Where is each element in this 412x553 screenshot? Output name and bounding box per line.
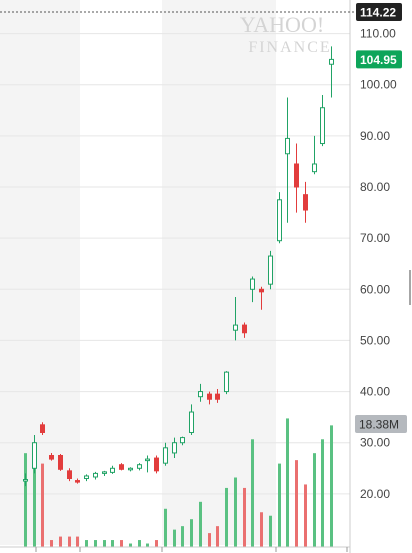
volume-bar bbox=[120, 540, 123, 547]
candle-body bbox=[93, 472, 98, 478]
candle-body bbox=[189, 411, 194, 433]
candle-body bbox=[250, 278, 255, 290]
candle-body bbox=[84, 475, 89, 480]
volume-bar bbox=[59, 536, 62, 547]
volume-bar bbox=[129, 543, 132, 547]
candle-body bbox=[329, 58, 334, 65]
candle-body bbox=[58, 455, 63, 470]
candle-body bbox=[180, 437, 185, 444]
candle-body bbox=[320, 107, 325, 145]
volume-bar bbox=[208, 533, 211, 547]
volume-bar bbox=[111, 540, 114, 547]
candle-body bbox=[259, 288, 264, 293]
volume-bar bbox=[24, 453, 27, 547]
candle-body bbox=[303, 194, 308, 211]
volume-bar bbox=[313, 453, 316, 547]
volume-bar bbox=[94, 540, 97, 547]
y-tick-label: 70.00 bbox=[360, 231, 390, 245]
volume-bar bbox=[216, 526, 219, 547]
candle-body bbox=[233, 324, 238, 331]
chart-canvas: YAHOO! FINANCE 20.00 30.00 40.00 50.00 60.00… bbox=[0, 0, 411, 553]
watermark-line2: FINANCE bbox=[248, 39, 331, 56]
volume-bar bbox=[330, 425, 333, 547]
volume-bar bbox=[164, 508, 167, 547]
volume-bar bbox=[190, 519, 193, 547]
volume-bar bbox=[85, 540, 88, 547]
high-price-label: 114.22 bbox=[360, 5, 396, 19]
volume-bar bbox=[304, 484, 307, 547]
shade-band-1 bbox=[162, 0, 276, 545]
candle-body bbox=[294, 163, 299, 188]
y-tick-label: 110.00 bbox=[360, 27, 396, 41]
candle-body bbox=[119, 464, 124, 470]
volume-bar bbox=[251, 439, 254, 547]
candle-body bbox=[145, 458, 150, 462]
volume-bar bbox=[181, 526, 184, 547]
volume-bar bbox=[138, 540, 141, 547]
candle-body bbox=[172, 442, 177, 454]
volume-bar bbox=[260, 512, 263, 547]
volume-bar bbox=[103, 540, 106, 547]
y-tick-label: 90.00 bbox=[360, 129, 390, 143]
last-price-badge: 104.95 bbox=[356, 50, 402, 69]
candle-body bbox=[49, 455, 54, 460]
high-price-badge: 114.22 bbox=[356, 2, 402, 21]
volume-bar bbox=[286, 418, 289, 547]
candle-body bbox=[40, 424, 45, 433]
y-tick-label: 80.00 bbox=[360, 180, 390, 194]
background-shading bbox=[0, 0, 276, 545]
volume-bar bbox=[295, 460, 298, 547]
candle-body bbox=[110, 467, 115, 473]
candle-body bbox=[137, 464, 142, 469]
candle-body bbox=[268, 255, 273, 285]
y-tick-label: 40.00 bbox=[360, 385, 390, 399]
volume-bar bbox=[173, 529, 176, 547]
volume-bar bbox=[199, 501, 202, 547]
candle-body bbox=[102, 471, 107, 474]
candle-body bbox=[198, 391, 203, 398]
volume-label: 18.38M bbox=[359, 418, 399, 432]
candle-body bbox=[23, 479, 28, 482]
candle-body bbox=[242, 324, 247, 334]
candle-body bbox=[277, 199, 282, 242]
candle-body bbox=[215, 393, 220, 400]
y-tick-label: 30.00 bbox=[360, 436, 390, 450]
candle-body bbox=[224, 371, 229, 393]
volume-bar bbox=[234, 477, 237, 547]
candle-body bbox=[32, 442, 37, 469]
candle-body bbox=[128, 467, 133, 471]
shade-band-0 bbox=[0, 0, 80, 545]
volume-badge: 18.38M bbox=[355, 415, 407, 433]
volume-bar bbox=[225, 487, 228, 547]
candle-body bbox=[75, 480, 80, 483]
volume-bar bbox=[146, 543, 149, 547]
y-tick-label: 50.00 bbox=[360, 333, 390, 347]
candlestick-chart: YAHOO! FINANCE 20.00 30.00 40.00 50.00 60.00… bbox=[0, 0, 412, 553]
y-tick-label: 60.00 bbox=[360, 282, 390, 296]
volume-bar bbox=[155, 540, 158, 547]
y-tick-label: 100.00 bbox=[360, 78, 397, 92]
y-tick-label: 20.00 bbox=[360, 487, 390, 501]
volume-bar bbox=[269, 515, 272, 547]
candle-body bbox=[67, 470, 72, 480]
volume-bar bbox=[76, 536, 79, 547]
last-price-label: 104.95 bbox=[360, 53, 397, 67]
watermark-line1: YAHOO! bbox=[240, 12, 324, 37]
candle-body bbox=[154, 457, 159, 472]
volume-bar bbox=[278, 463, 281, 547]
volume-bar bbox=[243, 487, 246, 547]
candle-body bbox=[312, 163, 317, 173]
volume-bar bbox=[50, 540, 53, 547]
volume-bar bbox=[68, 536, 71, 547]
volume-bar bbox=[41, 463, 44, 547]
candle-body bbox=[285, 137, 290, 155]
volume-bar bbox=[321, 439, 324, 547]
yahoo-finance-watermark: YAHOO! FINANCE bbox=[240, 12, 331, 56]
candle-body bbox=[163, 447, 168, 464]
candle-body bbox=[207, 393, 212, 400]
